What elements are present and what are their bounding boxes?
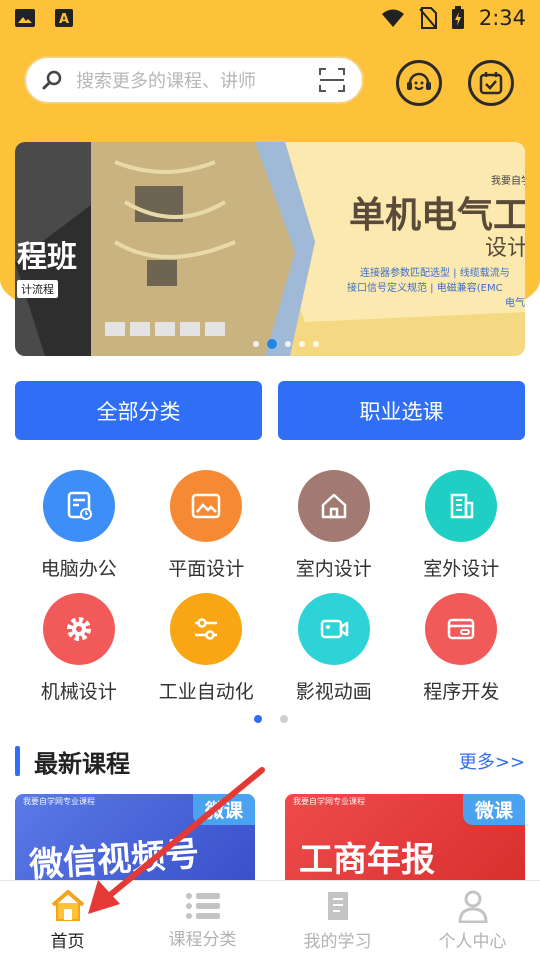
gear-icon: [42, 593, 115, 665]
banner-dot[interactable]: [285, 341, 291, 347]
banner-dot-active[interactable]: [267, 339, 277, 349]
card-icon: [425, 593, 498, 665]
svg-text:A: A: [59, 12, 69, 27]
wifi-icon: [381, 9, 404, 27]
image-icon: [170, 470, 243, 542]
banner-publisher: 我要自学: [491, 176, 525, 187]
category-label: 影视动画: [295, 681, 372, 703]
promo-banner[interactable]: 程班 计流程 我要自学 单机电气工 设计 连接器参数匹配选型 | 线缆载流与 接…: [15, 142, 525, 356]
category-programming[interactable]: 程序开发: [398, 593, 526, 704]
search-input[interactable]: 搜索更多的课程、讲师: [24, 56, 364, 104]
notebook-icon: [327, 892, 348, 920]
house-icon: [297, 470, 370, 542]
tab-label: 我的学习: [303, 932, 372, 952]
customer-service-icon[interactable]: [396, 60, 442, 106]
tab-home[interactable]: 首页: [0, 881, 135, 960]
checkin-calendar-icon[interactable]: [468, 60, 514, 106]
category-graphic-design[interactable]: 平面设计: [143, 470, 271, 581]
course-tag: 微课: [462, 794, 525, 825]
category-label: 电脑办公: [40, 558, 117, 580]
all-categories-button[interactable]: 全部分类: [15, 381, 262, 440]
category-office[interactable]: 电脑办公: [15, 470, 143, 581]
banner-left-text: 程班: [17, 240, 77, 275]
banner-line-2: 接口信号定义规范 | 电磁兼容(EMC: [347, 283, 503, 294]
latest-courses-header: 最新课程 更多>>: [15, 744, 525, 778]
banner-dot[interactable]: [299, 341, 305, 347]
category-pagination: [254, 715, 288, 723]
section-accent-bar: [15, 746, 20, 776]
course-card[interactable]: 我要自学网专业课程 微课 工商年报: [285, 794, 525, 880]
category-label: 室内设计: [295, 558, 372, 580]
course-title: 微信视频号: [28, 834, 201, 880]
category-interior-design[interactable]: 室内设计: [270, 470, 398, 581]
course-tag: 微课: [192, 794, 255, 825]
section-title: 最新课程: [34, 749, 130, 778]
category-industrial-automation[interactable]: 工业自动化: [143, 593, 271, 704]
course-publisher: 我要自学网专业课程: [293, 797, 365, 806]
video-camera-icon: [297, 593, 370, 665]
category-grid: 电脑办公 平面设计 室内设计 室外设计 机械设计 工业自动化 影视动画 程序开发: [15, 470, 525, 704]
banner-dot[interactable]: [253, 341, 259, 347]
banner-line-3: 电气装配: [505, 298, 525, 309]
banner-artwork: [15, 142, 525, 356]
sliders-icon: [170, 593, 243, 665]
banner-pagination: [253, 339, 319, 349]
category-label: 平面设计: [168, 558, 245, 580]
category-label: 程序开发: [423, 681, 500, 703]
banner-dot[interactable]: [313, 341, 319, 347]
no-sim-icon: [419, 7, 437, 29]
person-icon: [457, 890, 488, 923]
list-icon: [185, 893, 220, 919]
tab-label: 个人中心: [438, 932, 507, 952]
course-card[interactable]: 我要自学网专业课程 微课 微信视频号: [15, 794, 255, 880]
category-label: 工业自动化: [158, 681, 254, 703]
category-label: 室外设计: [423, 558, 500, 580]
banner-subheadline: 设计: [485, 236, 525, 261]
status-bar: A 2:34: [0, 0, 540, 36]
category-exterior-design[interactable]: 室外设计: [398, 470, 526, 581]
category-mechanical-design[interactable]: 机械设计: [15, 593, 143, 704]
course-title: 工商年报: [299, 840, 435, 880]
search-placeholder: 搜索更多的课程、讲师: [76, 71, 256, 92]
tab-my-learning[interactable]: 我的学习: [270, 881, 405, 960]
bottom-tab-bar: 首页 课程分类 我的学习 个人中心: [0, 880, 540, 960]
category-page-dot-active[interactable]: [254, 715, 262, 723]
search-icon: [42, 70, 62, 90]
gallery-icon: [15, 9, 35, 27]
home-icon: [51, 890, 84, 921]
tab-label: 课程分类: [168, 930, 237, 950]
career-courses-button[interactable]: 职业选课: [278, 381, 525, 440]
tab-course-categories[interactable]: 课程分类: [135, 881, 270, 960]
primary-actions: 全部分类 职业选课: [15, 381, 525, 440]
tab-label: 首页: [50, 932, 85, 952]
scan-icon[interactable]: [318, 66, 346, 94]
more-link[interactable]: 更多>>: [459, 748, 525, 774]
course-publisher: 我要自学网专业课程: [23, 797, 95, 806]
category-page-dot[interactable]: [280, 715, 288, 723]
banner-left-sub: 计流程: [17, 280, 58, 298]
category-label: 机械设计: [40, 681, 117, 703]
category-film-animation[interactable]: 影视动画: [270, 593, 398, 704]
building-icon: [425, 470, 498, 542]
document-clock-icon: [42, 470, 115, 542]
tab-personal-center[interactable]: 个人中心: [405, 881, 540, 960]
font-a-icon: A: [55, 9, 73, 27]
status-time: 2:34: [478, 6, 526, 30]
banner-line-1: 连接器参数匹配选型 | 线缆载流与: [360, 268, 510, 279]
battery-charging-icon: [451, 6, 464, 29]
